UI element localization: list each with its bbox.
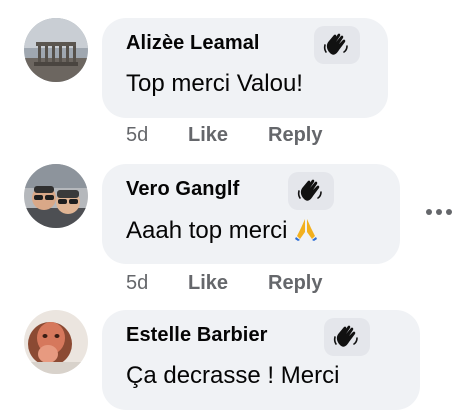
comment-text: Top merci Valou! bbox=[126, 70, 303, 97]
comment-bubble[interactable]: Vero Ganglf Aaah top merci bbox=[102, 164, 400, 264]
author-name[interactable]: Alizèe Leamal bbox=[126, 32, 260, 55]
comment-timestamp[interactable]: 5d bbox=[126, 124, 148, 147]
portrait-photo-avatar bbox=[24, 310, 88, 374]
author-avatar[interactable] bbox=[24, 310, 88, 374]
like-button[interactable]: Like bbox=[188, 272, 228, 295]
waving-hand-icon bbox=[297, 179, 322, 201]
comment-timestamp[interactable]: 5d bbox=[126, 272, 148, 295]
author-avatar[interactable] bbox=[24, 18, 88, 82]
comment-bubble[interactable]: Estelle Barbier Ça decrasse ! Merci bbox=[102, 310, 420, 410]
waving-hand-icon bbox=[333, 325, 358, 347]
comment-bubble[interactable]: Alizèe Leamal Top merci Valou! bbox=[102, 18, 388, 118]
badge[interactable] bbox=[314, 26, 360, 64]
like-button[interactable]: Like bbox=[188, 124, 228, 147]
reply-button[interactable]: Reply bbox=[268, 272, 322, 295]
folded-hands-emoji bbox=[295, 219, 318, 241]
author-name[interactable]: Vero Ganglf bbox=[126, 178, 239, 201]
comment-thread: Alizèe Leamal Top merci Valou! 5d Like R… bbox=[0, 0, 464, 416]
waving-hand-icon bbox=[323, 33, 348, 55]
comment-text-content: Aaah top merci bbox=[126, 217, 288, 244]
couple-selfie-avatar bbox=[24, 164, 88, 228]
reply-button[interactable]: Reply bbox=[268, 124, 322, 147]
more-options-icon[interactable] bbox=[424, 206, 454, 218]
badge[interactable] bbox=[288, 172, 334, 210]
comment-text: Aaah top merci bbox=[126, 216, 319, 249]
temple-photo-avatar bbox=[24, 18, 88, 82]
badge[interactable] bbox=[324, 318, 370, 356]
folded-hands-icon bbox=[293, 216, 319, 249]
comment-text: Ça decrasse ! Merci bbox=[126, 362, 340, 389]
author-avatar[interactable] bbox=[24, 164, 88, 228]
previous-comment-actions-fragment bbox=[232, 0, 312, 2]
author-name[interactable]: Estelle Barbier bbox=[126, 324, 268, 347]
